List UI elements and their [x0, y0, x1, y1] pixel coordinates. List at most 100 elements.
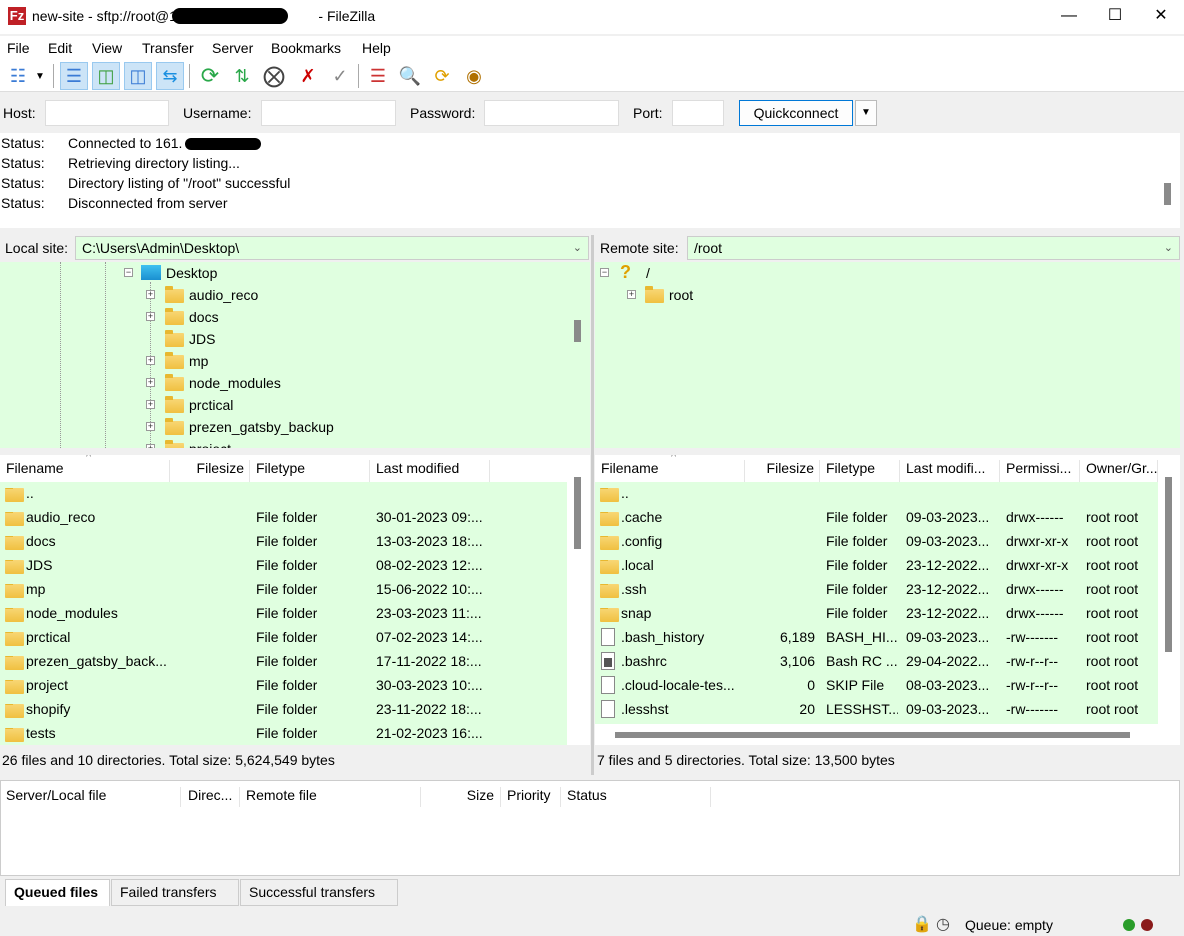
speed-limit-icon[interactable]: ◷ — [936, 914, 950, 934]
remote-dir-tree-toggle-icon[interactable]: ◫ — [124, 62, 152, 90]
menu-server[interactable]: Server — [212, 40, 253, 56]
table-row[interactable]: docs File folder 13-03-2023 18:... — [0, 530, 567, 554]
table-row[interactable]: .config File folder 09-03-2023... drwxr-xr-… — [595, 530, 1158, 554]
expand-icon[interactable]: + — [146, 422, 155, 431]
collapse-icon[interactable]: − — [124, 268, 133, 277]
menu-file[interactable]: File — [7, 40, 30, 56]
tree-item[interactable]: + prezen_gatsby_backup — [145, 416, 445, 438]
expand-icon[interactable]: + — [146, 356, 155, 365]
queue-col-server-local-file[interactable]: Server/Local file — [6, 787, 181, 807]
tab-queued-files[interactable]: Queued files — [5, 879, 110, 906]
tree-item-desktop[interactable]: − Desktop — [122, 262, 322, 284]
process-queue-icon[interactable]: ⇅ — [228, 62, 256, 90]
folder-icon — [645, 286, 664, 303]
owner-group: root root — [1086, 677, 1139, 693]
table-row[interactable]: mp File folder 15-06-2022 10:... — [0, 578, 567, 602]
table-row[interactable]: prezen_gatsby_back... File folder 17-11-20… — [0, 650, 567, 674]
table-row[interactable]: snap File folder 23-12-2022... drwx------ ro… — [595, 602, 1158, 626]
table-row[interactable]: JDS File folder 08-02-2023 12:... — [0, 554, 567, 578]
tab-failed-transfers[interactable]: Failed transfers — [111, 879, 239, 906]
tree-item-root-slash[interactable]: − ? / — [600, 262, 700, 284]
expand-icon[interactable]: + — [146, 400, 155, 409]
reconnect-icon[interactable]: ✓ — [326, 62, 354, 90]
table-row[interactable]: shopify File folder 23-11-2022 18:... — [0, 698, 567, 722]
quickconnect-dropdown-icon[interactable]: ▼ — [855, 100, 877, 126]
local-path-input[interactable]: C:\Users\Admin\Desktop\ ⌄ — [75, 236, 589, 260]
table-row[interactable]: .cache File folder 09-03-2023... drwx------… — [595, 506, 1158, 530]
folder-icon — [165, 418, 184, 435]
remote-list-hscrollbar[interactable] — [615, 732, 1130, 738]
filter-icon[interactable]: ☰ — [364, 62, 392, 90]
refresh-icon[interactable]: ⟳ — [196, 62, 224, 90]
menu-bookmarks[interactable]: Bookmarks — [271, 40, 341, 56]
table-row[interactable]: .bash_history 6,189 BASH_HI... 09-03-2023..… — [595, 626, 1158, 650]
menu-help[interactable]: Help — [362, 40, 391, 56]
close-button[interactable]: ✕ — [1138, 0, 1184, 34]
minimize-button[interactable]: — — [1046, 0, 1092, 34]
queue-col-direction[interactable]: Direc... — [188, 787, 240, 807]
table-row[interactable]: .cloud-locale-tes... 0 SKIP File 08-03-2023… — [595, 674, 1158, 698]
local-dir-tree-toggle-icon[interactable]: ◫ — [92, 62, 120, 90]
cancel-icon[interactable]: ⨂ — [260, 62, 288, 90]
collapse-icon[interactable]: − — [600, 268, 609, 277]
disconnect-icon[interactable]: ✗ — [294, 62, 322, 90]
site-manager-icon[interactable]: ☷ — [4, 62, 32, 90]
table-row[interactable]: audio_reco File folder 30-01-2023 09:... — [0, 506, 567, 530]
site-manager-dropdown-icon[interactable]: ▼ — [32, 62, 48, 90]
tree-item[interactable]: + mp — [145, 350, 445, 372]
table-row[interactable]: .lesshst 20 LESSHST... 09-03-2023... -rw----… — [595, 698, 1158, 722]
tree-item[interactable]: + project — [145, 438, 445, 448]
username-label: Username: — [183, 105, 252, 121]
tree-item-root[interactable]: + root — [625, 284, 745, 306]
quickconnect-button[interactable]: Quickconnect — [739, 100, 853, 126]
queue-col-priority[interactable]: Priority — [507, 787, 561, 807]
toggle-filter-icon[interactable]: 🔍 — [396, 62, 424, 90]
tree-item[interactable]: + prctical — [145, 394, 445, 416]
search-binoculars-icon[interactable]: ◉ — [460, 62, 488, 90]
filetype: File folder — [826, 605, 888, 621]
table-row[interactable]: node_modules File folder 23-03-2023 11:... — [0, 602, 567, 626]
menu-edit[interactable]: Edit — [48, 40, 72, 56]
maximize-button[interactable]: ☐ — [1092, 0, 1138, 34]
local-list-scrollbar[interactable] — [574, 477, 581, 549]
tree-item[interactable]: JDS — [145, 328, 445, 350]
table-row[interactable]: .ssh File folder 23-12-2022... drwx------ ro… — [595, 578, 1158, 602]
table-row[interactable]: .bashrc 3,106 Bash RC ... 29-04-2022... -rw-… — [595, 650, 1158, 674]
folder-icon — [165, 374, 184, 391]
menu-transfer[interactable]: Transfer — [142, 40, 194, 56]
filename: .bash_history — [621, 629, 705, 645]
chevron-down-icon[interactable]: ⌄ — [573, 241, 582, 254]
tree-item[interactable]: + audio_reco — [145, 284, 445, 306]
remote-path-input[interactable]: /root ⌄ — [687, 236, 1180, 260]
host-input[interactable] — [45, 100, 169, 126]
log-scrollbar[interactable] — [1164, 183, 1171, 205]
password-input[interactable] — [484, 100, 619, 126]
table-row[interactable]: .. — [0, 482, 567, 506]
queue-col-remote-file[interactable]: Remote file — [246, 787, 421, 807]
expand-icon[interactable]: + — [146, 444, 155, 448]
table-row[interactable]: project File folder 30-03-2023 10:... — [0, 674, 567, 698]
local-tree-scrollbar[interactable] — [574, 320, 581, 342]
tree-item[interactable]: + docs — [145, 306, 445, 328]
expand-icon[interactable]: + — [146, 290, 155, 299]
message-log-toggle-icon[interactable]: ☰ — [60, 62, 88, 90]
transfer-queue-toggle-icon[interactable]: ⇆ — [156, 62, 184, 90]
expand-icon[interactable]: + — [146, 378, 155, 387]
table-row[interactable]: .. — [595, 482, 1158, 506]
chevron-down-icon[interactable]: ⌄ — [1164, 241, 1173, 254]
folder-icon — [5, 728, 24, 742]
port-input[interactable] — [672, 100, 724, 126]
remote-list-scrollbar[interactable] — [1165, 477, 1172, 652]
expand-icon[interactable]: + — [146, 312, 155, 321]
queue-col-status[interactable]: Status — [567, 787, 711, 807]
table-row[interactable]: prctical File folder 07-02-2023 14:... — [0, 626, 567, 650]
queue-col-size[interactable]: Size — [421, 787, 501, 807]
sync-browsing-icon[interactable]: ⟳ — [428, 62, 456, 90]
menu-view[interactable]: View — [92, 40, 122, 56]
expand-icon[interactable]: + — [627, 290, 636, 299]
table-row[interactable]: .local File folder 23-12-2022... drwxr-xr-x… — [595, 554, 1158, 578]
table-row[interactable]: tests File folder 21-02-2023 16:... — [0, 722, 567, 745]
tree-item[interactable]: + node_modules — [145, 372, 445, 394]
username-input[interactable] — [261, 100, 396, 126]
tab-successful-transfers[interactable]: Successful transfers — [240, 879, 398, 906]
